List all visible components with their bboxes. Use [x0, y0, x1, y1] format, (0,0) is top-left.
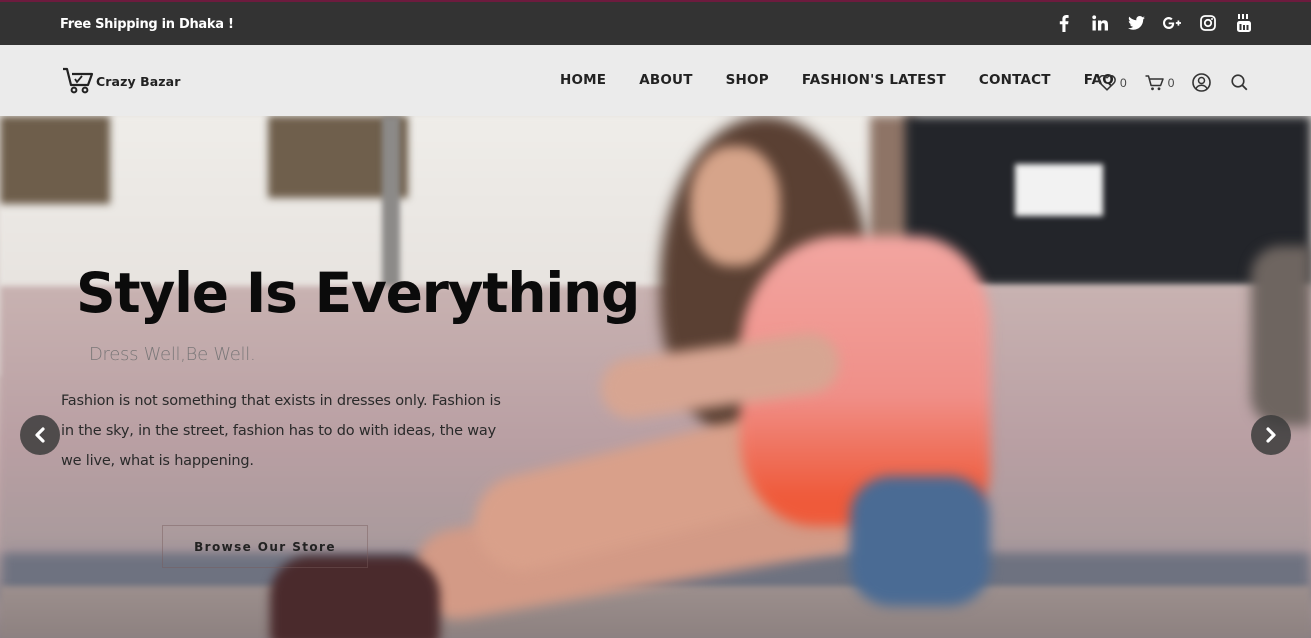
- logo[interactable]: Crazy Bazar: [62, 67, 181, 95]
- nav-fashions-latest[interactable]: FASHION'S LATEST: [802, 72, 946, 88]
- hero-subtitle: Dress Well,Be Well.: [89, 344, 256, 365]
- cart-button[interactable]: 0: [1145, 74, 1175, 91]
- cart-count: 0: [1167, 75, 1175, 90]
- youtube-icon[interactable]: [1235, 13, 1253, 33]
- account-button[interactable]: [1192, 73, 1212, 92]
- header-icons: 0 0: [1098, 73, 1248, 92]
- linkedin-icon[interactable]: [1091, 13, 1109, 33]
- shipping-promo: Free Shipping in Dhaka !: [60, 17, 234, 32]
- site-header: Crazy Bazar HOME ABOUT SHOP FASHION'S LA…: [0, 45, 1311, 116]
- hero-title: Style Is Everything: [76, 261, 640, 325]
- social-links: [1055, 13, 1253, 33]
- chevron-right-icon: [1266, 427, 1276, 443]
- nav-shop[interactable]: SHOP: [726, 72, 769, 88]
- search-button[interactable]: [1231, 74, 1248, 91]
- twitter-icon[interactable]: [1127, 13, 1145, 33]
- wishlist-count: 0: [1120, 75, 1127, 90]
- hero-slider: Style Is Everything Dress Well,Be Well. …: [0, 116, 1311, 638]
- user-icon: [1192, 73, 1212, 92]
- nav-contact[interactable]: CONTACT: [979, 72, 1051, 88]
- wishlist-button[interactable]: 0: [1098, 74, 1127, 91]
- logo-text: Crazy Bazar: [96, 73, 181, 89]
- top-bar: Free Shipping in Dhaka !: [0, 0, 1311, 45]
- search-icon: [1231, 74, 1248, 91]
- slider-next-button[interactable]: [1251, 415, 1291, 455]
- cart-icon: [1145, 74, 1164, 90]
- main-navigation: HOME ABOUT SHOP FASHION'S LATEST CONTACT…: [560, 72, 1114, 88]
- heart-icon: [1098, 74, 1116, 91]
- chevron-left-icon: [35, 427, 45, 443]
- google-plus-icon[interactable]: [1163, 13, 1181, 33]
- instagram-icon[interactable]: [1199, 13, 1217, 33]
- nav-about[interactable]: ABOUT: [639, 72, 692, 88]
- shopping-cart-logo-icon: [63, 67, 94, 94]
- hero-description: Fashion is not something that exists in …: [61, 393, 501, 469]
- facebook-icon[interactable]: [1055, 13, 1073, 33]
- browse-store-button[interactable]: Browse Our Store: [162, 525, 368, 568]
- slider-prev-button[interactable]: [20, 415, 60, 455]
- nav-home[interactable]: HOME: [560, 72, 606, 88]
